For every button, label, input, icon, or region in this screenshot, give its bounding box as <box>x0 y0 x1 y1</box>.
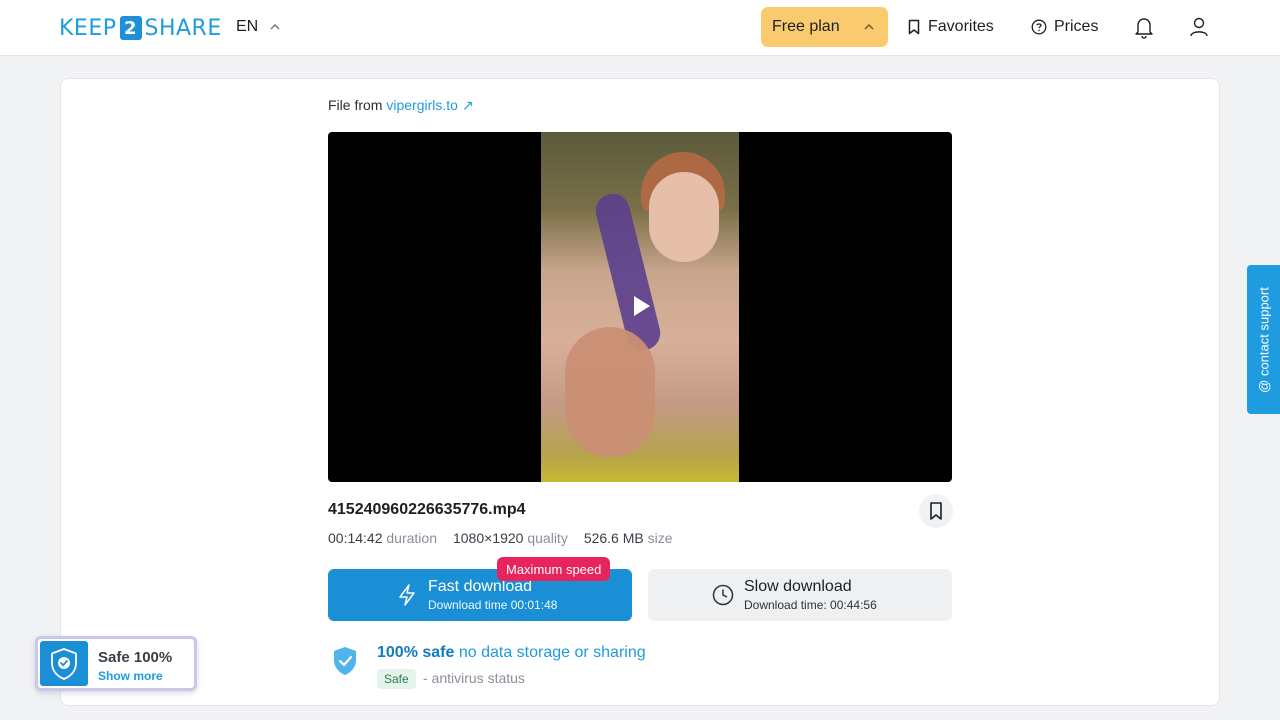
file-name: 415240960226635776.mp4 <box>328 501 526 518</box>
file-from-prefix: File from <box>328 97 383 113</box>
language-selector[interactable]: EN <box>236 16 280 38</box>
user-icon <box>1190 17 1208 37</box>
shield-check-icon <box>51 647 77 680</box>
account-button[interactable] <box>1187 14 1211 40</box>
chevron-up-icon <box>864 24 874 30</box>
favorites-link[interactable]: Favorites <box>907 16 994 38</box>
add-favorite-button[interactable] <box>919 494 953 528</box>
lightning-icon <box>399 584 415 606</box>
prices-link[interactable]: Prices <box>1031 16 1098 38</box>
logo-mark: 2 <box>119 16 142 40</box>
contact-support-tab[interactable]: @ contact support <box>1247 265 1280 414</box>
source-link[interactable]: vipergirls.to ↗ <box>386 97 473 113</box>
antivirus-status: - antivirus status <box>423 670 525 686</box>
duration-info: 00:14:42 duration <box>328 530 437 546</box>
size-info: 526.6 MB size <box>583 530 673 546</box>
widget-title: Safe 100% <box>98 649 173 666</box>
bookmark-icon <box>930 502 942 520</box>
bell-icon <box>1135 18 1153 39</box>
widget-shield <box>40 641 88 686</box>
free-plan-label: Free plan <box>772 18 840 35</box>
contact-support-label: @ contact support <box>1256 286 1271 393</box>
safe-100-widget[interactable]: Safe 100% Show more <box>35 636 197 691</box>
file-source: File from vipergirls.to ↗ <box>328 97 474 114</box>
help-circle-icon <box>1031 19 1047 35</box>
chevron-up-icon <box>270 24 280 30</box>
top-header: KEEP 2 SHARE EN Free plan Favorites Pric… <box>0 0 1280 56</box>
play-icon[interactable] <box>632 294 652 318</box>
slow-download-title: Slow download <box>744 578 852 595</box>
slow-download-button[interactable]: Slow download Download time: 00:44:56 <box>648 569 952 621</box>
maximum-speed-badge: Maximum speed <box>497 557 611 581</box>
bookmark-icon <box>908 19 920 35</box>
favorites-label: Favorites <box>928 18 994 35</box>
notifications-button[interactable] <box>1132 14 1156 40</box>
language-label: EN <box>236 18 259 35</box>
fast-download-time: Download time 00:01:48 <box>428 598 558 612</box>
shield-check-icon <box>334 647 356 675</box>
quality-info: 1080×1920 quality <box>452 530 568 546</box>
show-more-link[interactable]: Show more <box>98 669 163 683</box>
file-meta: 00:14:42 duration 1080×1920 quality 526.… <box>328 530 673 546</box>
video-player[interactable] <box>328 132 952 482</box>
prices-label: Prices <box>1054 18 1099 35</box>
clock-icon <box>712 584 734 606</box>
site-logo[interactable]: KEEP 2 SHARE <box>59 15 222 41</box>
antivirus-badge: Safe <box>377 669 416 689</box>
logo-text-keep: KEEP <box>59 15 117 41</box>
safety-headline: 100% safe no data storage or sharing <box>377 644 646 661</box>
slow-download-time: Download time: 00:44:56 <box>744 598 877 612</box>
logo-text-share: SHARE <box>144 15 222 41</box>
free-plan-button[interactable]: Free plan <box>761 7 888 47</box>
